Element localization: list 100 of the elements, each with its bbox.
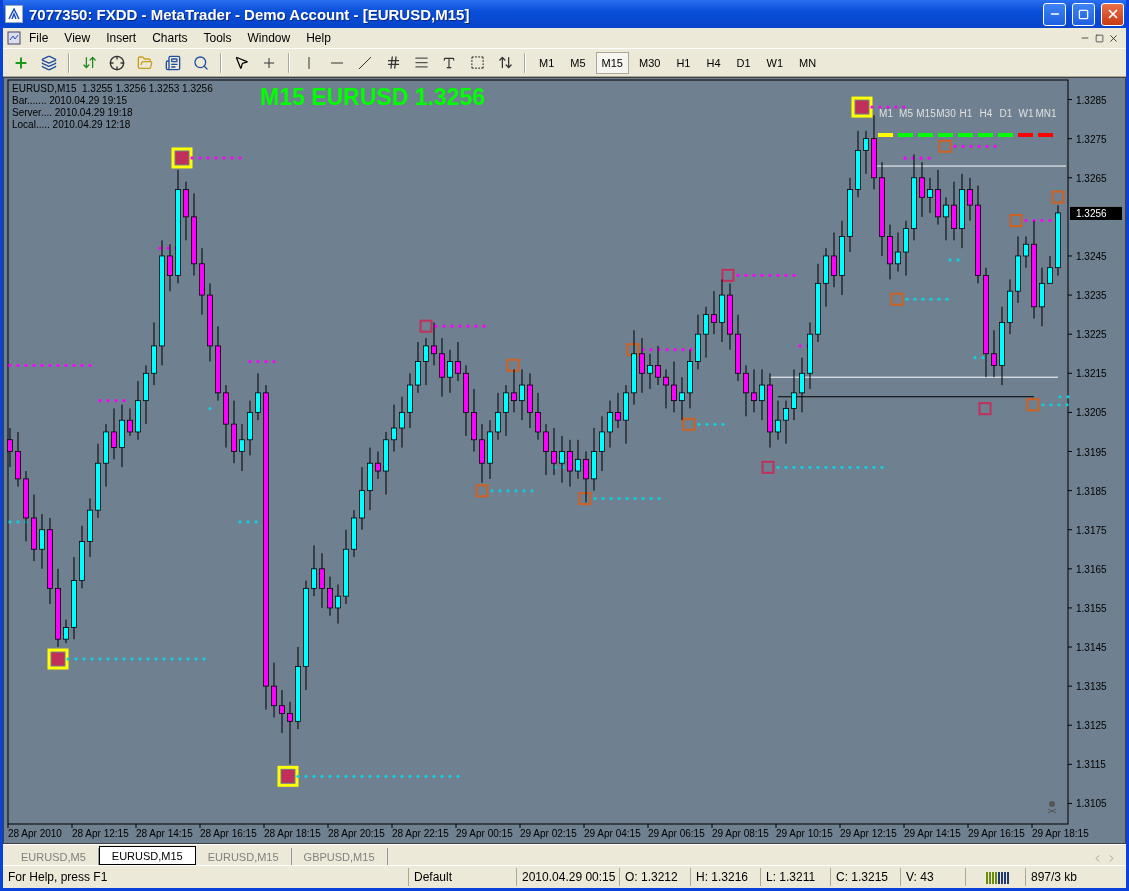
time-label: 29 Apr 04:15 [584, 828, 641, 839]
dotted-level-line [238, 520, 258, 524]
menu-item[interactable]: Tools [195, 31, 240, 45]
chart-window-icon[interactable] [7, 31, 21, 45]
help-text: For Help, press F1 [7, 869, 109, 886]
candlestick [63, 619, 69, 644]
price-label: 1.3185 [1076, 485, 1107, 497]
price-label: 1.3205 [1076, 407, 1107, 419]
candlestick [783, 400, 789, 445]
candlestick [1039, 267, 1045, 327]
volume-text: V: 43 [900, 868, 965, 886]
candlestick [479, 423, 485, 484]
candlestick [239, 423, 245, 472]
dotted-level-line [903, 156, 931, 160]
dotted-level-line [248, 359, 276, 364]
level-marker [1026, 398, 1069, 412]
candlestick [519, 368, 525, 421]
timeframe-label: M5 [899, 108, 913, 119]
candlestick [671, 361, 677, 413]
candlestick [863, 130, 869, 175]
candlestick [583, 451, 589, 503]
dotted-level-line [98, 399, 126, 403]
candlestick [127, 407, 133, 437]
level-marker [475, 484, 534, 498]
time-label: 29 Apr 18:15 [1032, 828, 1089, 839]
time-label: 28 Apr 12:15 [72, 828, 129, 839]
close-button[interactable] [1101, 2, 1124, 26]
timeframe-button[interactable]: H1 [670, 51, 697, 74]
price-label: 1.3215 [1076, 368, 1107, 380]
bar-time-text: 2010.04.29 00:15 [516, 868, 619, 886]
timeframe-button[interactable]: H4 [700, 51, 727, 74]
menu-item[interactable]: View [56, 31, 99, 45]
chart-headline: M15 EURUSD 1.3256 [260, 84, 485, 110]
candlestick [391, 404, 397, 452]
maximize-button[interactable] [1072, 2, 1095, 26]
maximize-icon [1078, 8, 1089, 20]
menu-item[interactable]: Help [298, 31, 339, 45]
time-label: 28 Apr 14:15 [136, 828, 193, 839]
candlestick [319, 552, 325, 609]
candlestick [423, 337, 429, 386]
price-label: 1.3115 [1076, 759, 1106, 771]
close-icon[interactable] [1107, 32, 1119, 44]
level-marker [506, 358, 520, 372]
timeframe-button[interactable]: MN [793, 51, 823, 74]
chart-tab[interactable]: EURUSD,M15 [98, 846, 196, 865]
time-label: 29 Apr 14:15 [904, 828, 961, 839]
candlestick [511, 368, 517, 413]
candlestick [751, 368, 757, 413]
price-label: 1.3265 [1076, 172, 1107, 184]
level-marker [419, 319, 486, 333]
price-label: 1.3105 [1076, 798, 1107, 810]
candlestick [503, 384, 509, 437]
candlestick [1023, 235, 1029, 269]
current-price-tag: 1.3256 [1070, 206, 1122, 220]
timeframe-button[interactable]: M15 [595, 51, 629, 74]
timeframe-label: M30 [936, 108, 956, 119]
candlestick [575, 439, 581, 480]
time-label: 29 Apr 16:15 [968, 828, 1025, 839]
candlestick [543, 423, 549, 476]
candlestick [255, 372, 261, 421]
price-label: 1.3175 [1076, 524, 1107, 536]
time-label: 29 Apr 00:15 [456, 828, 513, 839]
candlestick [335, 583, 341, 625]
menu-item[interactable]: Insert [98, 31, 145, 45]
menu-item[interactable]: Charts [144, 31, 196, 45]
price-label: 1.3165 [1076, 563, 1107, 575]
price-label: 1.3195 [1076, 446, 1107, 458]
minimize-button[interactable] [1043, 2, 1066, 26]
candlestick [951, 181, 957, 241]
time-label: 28 Apr 22:15 [392, 828, 449, 839]
menu-item[interactable]: Window [239, 31, 299, 45]
candlestick [39, 513, 45, 570]
timeframe-button[interactable]: M30 [632, 51, 667, 74]
timeframe-button[interactable]: W1 [760, 51, 790, 74]
dotted-level-line [948, 258, 960, 262]
time-label: 29 Apr 06:15 [648, 828, 705, 839]
candlestick [927, 177, 933, 214]
candlestick [775, 400, 781, 441]
candlestick [399, 396, 405, 449]
candlestick [607, 400, 613, 449]
candlestick [791, 368, 797, 421]
menu-item[interactable]: File [21, 31, 57, 45]
time-label: 29 Apr 12:15 [840, 828, 897, 839]
candlestick [647, 353, 653, 390]
candlestick [831, 232, 837, 288]
price-label: 1.3225 [1076, 329, 1107, 341]
candlestick [447, 349, 453, 394]
timeframe-label: MN1 [1035, 108, 1057, 119]
timeframe-button[interactable]: M5 [564, 51, 592, 74]
candlestick [679, 376, 685, 421]
price-label: 1.3135 [1076, 681, 1107, 693]
timeframe-button[interactable]: D1 [730, 51, 757, 74]
candlestick [967, 177, 973, 222]
restore-icon[interactable] [1094, 33, 1104, 43]
timeframe-label: D1 [999, 108, 1013, 119]
close-price-text: C: 1.3215 [830, 868, 900, 886]
level-marker [938, 139, 997, 153]
time-label: 28 Apr 16:15 [200, 828, 257, 839]
candlestick [943, 196, 949, 241]
timeframe-button[interactable]: M1 [533, 51, 561, 74]
